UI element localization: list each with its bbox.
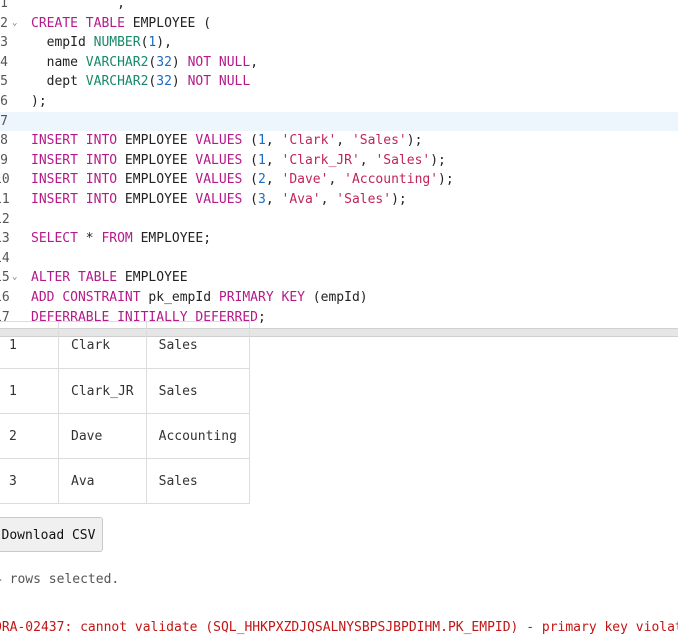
code-line[interactable]: 14 <box>0 249 678 269</box>
line-number: 9 <box>0 152 8 168</box>
table-cell: Ava <box>58 458 147 504</box>
code-text: dept VARCHAR2(32) NOT NULL <box>31 74 251 90</box>
line-number: 16 <box>0 290 10 305</box>
code-line[interactable]: 16 ADD CONSTRAINT pk_empId PRIMARY KEY (e… <box>0 288 678 308</box>
table-row: 1 Clark Sales <box>0 321 250 369</box>
line-number: 13 <box>0 231 10 247</box>
code-line[interactable]: 10 INSERT INTO EMPLOYEE VALUES (2, 'Dave'… <box>0 170 678 190</box>
line-number: 6 <box>0 94 8 109</box>
line-number: 2 <box>0 15 8 31</box>
code-text: SELECT * FROM EMPLOYEE; <box>31 231 212 247</box>
error-message: ORA-02437: cannot validate (SQL_HHKPXZDJ… <box>0 620 678 635</box>
table-cell: Clark <box>58 321 147 369</box>
line-number: 8 <box>0 133 8 149</box>
code-text: INSERT INTO EMPLOYEE VALUES (1, 'Clark',… <box>31 133 423 149</box>
code-line[interactable]: 11 INSERT INTO EMPLOYEE VALUES (3, 'Ava',… <box>0 190 678 210</box>
code-text: ); <box>31 94 47 109</box>
code-line[interactable]: 3 empId NUMBER(1), <box>0 33 678 53</box>
code-text: CREATE TABLE EMPLOYEE ( <box>31 15 212 31</box>
code-text: INSERT INTO EMPLOYEE VALUES (2, 'Dave', … <box>31 172 454 188</box>
fold-chevron-icon[interactable]: ⌄ <box>12 14 17 34</box>
line-number: 5 <box>0 74 8 90</box>
table-cell: 2 <box>0 413 59 459</box>
table-row: 2 Dave Accounting <box>0 413 250 459</box>
table-cell: Accounting <box>145 413 250 459</box>
line-number: 11 <box>0 192 10 207</box>
code-text: ADD CONSTRAINT pk_empId PRIMARY KEY (emp… <box>31 290 368 305</box>
download-csv-button[interactable]: Download CSV <box>0 517 103 552</box>
line-number: 1 <box>0 0 8 11</box>
line-number: 10 <box>0 172 10 188</box>
line-number: 15 <box>0 270 10 286</box>
table-cell: Sales <box>145 321 250 369</box>
code-line[interactable]: 6); <box>0 92 678 112</box>
code-text: ALTER TABLE EMPLOYEE <box>31 270 188 286</box>
code-text: INSERT INTO EMPLOYEE VALUES (3, 'Ava', '… <box>31 192 407 207</box>
code-line[interactable]: 5 dept VARCHAR2(32) NOT NULL <box>0 72 678 92</box>
line-number: 4 <box>0 54 8 70</box>
code-line[interactable]: 15⌄ ALTER TABLE EMPLOYEE <box>0 268 678 288</box>
code-text: INSERT INTO EMPLOYEE VALUES (1, 'Clark_J… <box>31 152 446 168</box>
code-line[interactable]: 7 <box>0 111 678 132</box>
table-cell: Sales <box>145 368 250 414</box>
fold-chevron-icon[interactable]: ⌄ <box>12 268 17 288</box>
code-text: name VARCHAR2(32) NOT NULL, <box>31 54 259 70</box>
code-line[interactable]: 9 INSERT INTO EMPLOYEE VALUES (1, 'Clark_… <box>0 151 678 171</box>
code-line[interactable]: 13 SELECT * FROM EMPLOYEE; <box>0 229 678 249</box>
line-number: 12 <box>0 211 10 227</box>
table-cell: 3 <box>0 458 59 504</box>
table-row: 1 Clark_JR Sales <box>0 368 250 414</box>
table-cell: Dave <box>58 413 147 459</box>
table-cell: 1 <box>0 321 59 369</box>
code-line[interactable]: 12 <box>0 210 678 230</box>
line-number: 14 <box>0 250 10 266</box>
table-cell: 1 <box>0 368 59 414</box>
line-number: 3 <box>0 35 8 51</box>
rows-selected-status: 4 rows selected. <box>0 572 120 587</box>
code-line[interactable]: 4 name VARCHAR2(32) NOT NULL, <box>0 53 678 73</box>
code-text: , <box>31 0 125 11</box>
table-row: 3 Ava Sales <box>0 458 250 504</box>
sql-editor[interactable]: 1 , 2 ⌄ CREATE TABLE EMPLOYEE (3 empId NUMB… <box>0 0 678 328</box>
code-line[interactable]: 8 INSERT INTO EMPLOYEE VALUES (1, 'Clark'… <box>0 131 678 151</box>
code-line[interactable]: 1 , <box>0 0 678 14</box>
code-text: empId NUMBER(1), <box>31 35 172 51</box>
code-line[interactable]: 2 ⌄ CREATE TABLE EMPLOYEE ( <box>0 14 678 34</box>
line-number: 7 <box>0 113 8 129</box>
table-cell: Sales <box>145 458 250 504</box>
table-cell: Clark_JR <box>58 368 147 414</box>
results-table: 1 Clark Sales 1 Clark_JR Sales 2 Dave Accounting… <box>0 321 250 504</box>
